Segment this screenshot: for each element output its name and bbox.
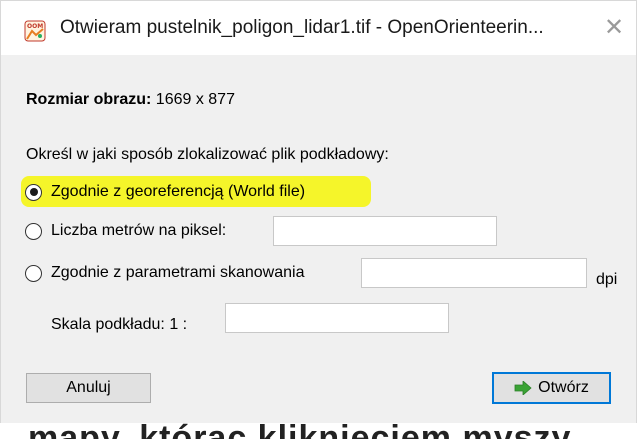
background-text: mapy, którąc kliknięciem myszy [28,423,571,439]
cancel-button[interactable]: Anuluj [26,373,151,403]
svg-text:OOM: OOM [27,23,43,30]
title-bar[interactable]: OOM Otwieram pustelnik_poligon_lidar1.ti… [1,1,636,55]
background-document-text: mapy, którąc kliknięciem myszy [0,423,637,439]
option-georeference[interactable]: Zgodnie z georeferencją (World file) [25,180,305,204]
dpi-unit-label: dpi [596,271,618,288]
location-question: Określ w jaki sposób zlokalizować plik p… [26,146,389,163]
radio-georeference[interactable] [25,183,42,201]
window-title: Otwieram pustelnik_poligon_lidar1.tif - … [60,17,544,38]
open-button[interactable]: Otwórz [492,372,611,404]
option-meters-per-pixel[interactable]: Liczba metrów na piksel: [25,219,226,243]
open-button-label: Otwórz [538,379,589,396]
scale-label-row: Skala podkładu: 1 : [51,316,187,334]
arrow-right-icon [514,381,532,395]
cancel-button-label: Anuluj [66,379,111,396]
image-size-value: 1669 x 877 [155,91,235,108]
option-meters-per-pixel-label: Liczba metrów na piksel: [51,222,227,239]
option-scan-params-label: Zgodnie z parametrami skanowania [51,264,305,281]
option-scan-params[interactable]: Zgodnie z parametrami skanowania [25,261,304,285]
scale-input[interactable] [225,303,449,333]
meters-per-pixel-input[interactable] [273,216,497,246]
oom-app-icon: OOM [24,20,46,42]
scale-prefix: 1 : [169,316,188,333]
dpi-input[interactable] [361,258,587,288]
radio-scan-params[interactable] [25,264,42,282]
radio-meters-per-pixel[interactable] [25,222,42,240]
image-size-label: Rozmiar obrazu: [26,91,152,108]
scale-label: Skala podkładu: [51,316,165,333]
option-georeference-label: Zgodnie z georeferencją (World file) [51,183,306,200]
image-size-info: Rozmiar obrazu: 1669 x 877 [26,91,235,109]
open-template-dialog: OOM Otwieram pustelnik_poligon_lidar1.ti… [0,0,637,423]
dialog-content: Rozmiar obrazu: 1669 x 877 Określ w jaki… [1,55,636,423]
close-icon[interactable]: ✕ [604,16,624,40]
